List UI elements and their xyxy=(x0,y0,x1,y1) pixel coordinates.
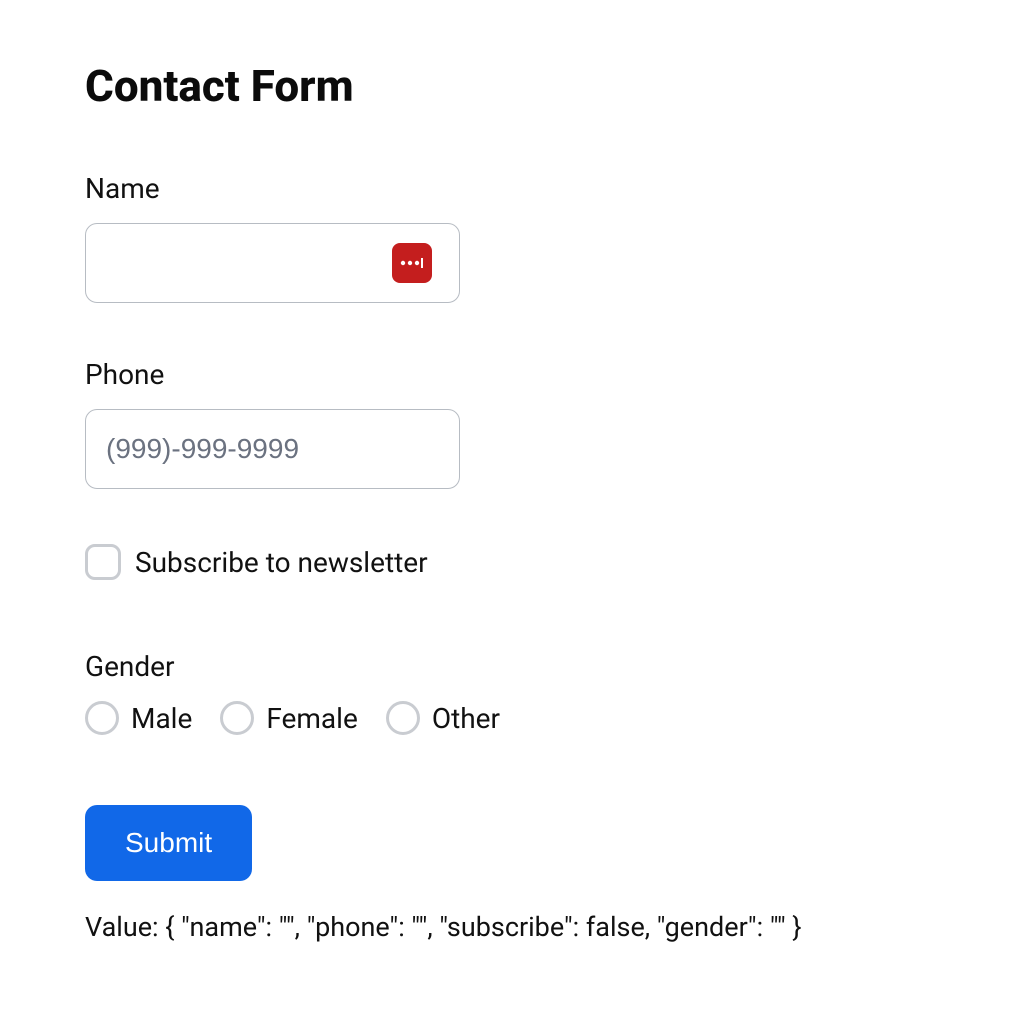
gender-label: Gender xyxy=(85,650,924,683)
gender-radio-label: Male xyxy=(131,702,192,735)
submit-button[interactable]: Submit xyxy=(85,805,252,881)
gender-radio-female[interactable] xyxy=(220,701,254,735)
phone-label: Phone xyxy=(85,358,924,391)
subscribe-checkbox[interactable] xyxy=(85,544,121,580)
gender-option-male: Male xyxy=(85,701,192,735)
value-dump-prefix: Value: xyxy=(85,911,165,943)
page-title: Contact Form xyxy=(85,60,924,112)
phone-input[interactable] xyxy=(85,409,460,489)
gender-option-other: Other xyxy=(386,701,500,735)
gender-radio-male[interactable] xyxy=(85,701,119,735)
gender-field: Gender Male Female Other xyxy=(85,650,924,735)
subscribe-field: Subscribe to newsletter xyxy=(85,544,924,580)
name-label: Name xyxy=(85,172,924,205)
gender-option-female: Female xyxy=(220,701,357,735)
password-manager-icon[interactable] xyxy=(392,243,432,283)
phone-input-wrap xyxy=(85,409,460,489)
gender-radio-label: Female xyxy=(266,702,357,735)
gender-options: Male Female Other xyxy=(85,701,924,735)
gender-radio-other[interactable] xyxy=(386,701,420,735)
value-dump-text: { "name": "", "phone": "", "subscribe": … xyxy=(165,911,801,943)
name-field: Name xyxy=(85,172,924,303)
subscribe-label: Subscribe to newsletter xyxy=(135,546,428,579)
phone-field: Phone xyxy=(85,358,924,489)
gender-radio-label: Other xyxy=(432,702,500,735)
name-input-wrap xyxy=(85,223,460,303)
value-dump: Value: { "name": "", "phone": "", "subsc… xyxy=(85,911,924,943)
